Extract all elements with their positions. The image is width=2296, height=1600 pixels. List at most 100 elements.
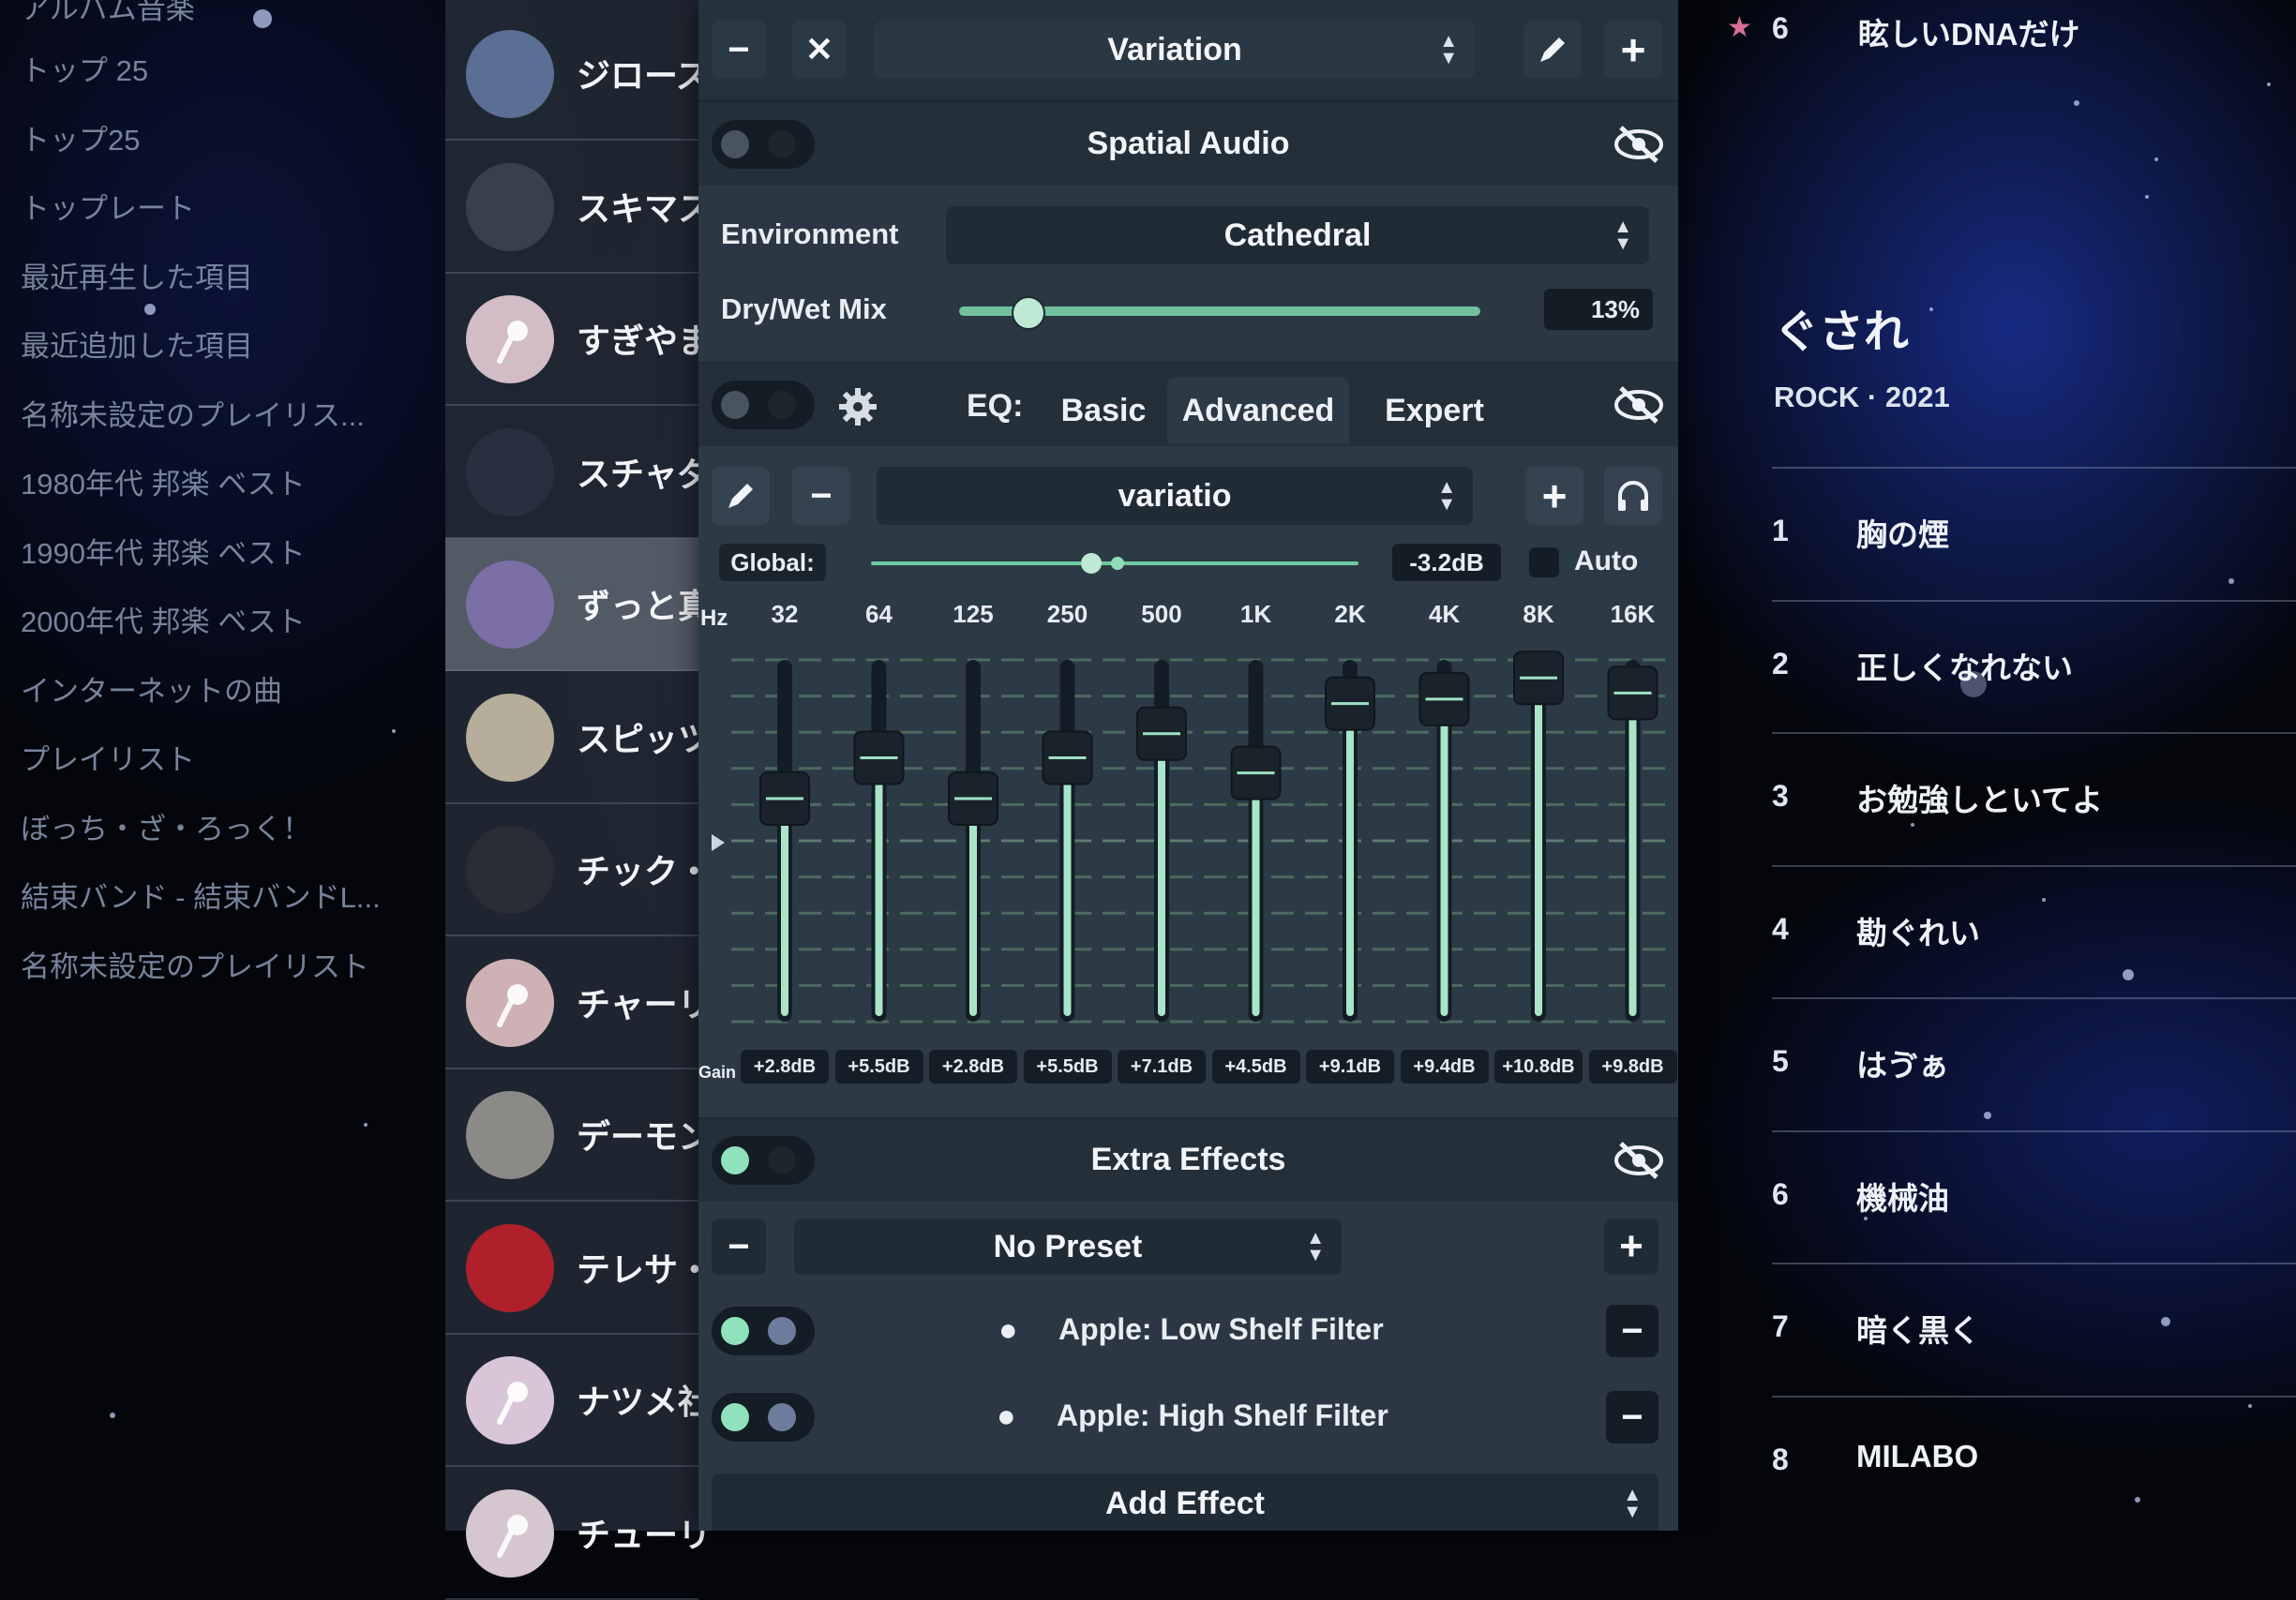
track-title[interactable]: 暗く黒く	[1856, 1306, 1980, 1351]
sidebar-item[interactable]: 1980年代 邦楽 ベスト	[21, 460, 306, 502]
low-shelf-toggle[interactable]	[712, 1307, 815, 1355]
headphones-button[interactable]	[1604, 467, 1662, 525]
mix-slider-knob[interactable]	[1012, 296, 1046, 330]
sidebar-item[interactable]: 名称未設定のプレイリス...	[21, 392, 365, 434]
eq-band-label: 16K	[1610, 600, 1656, 628]
sidebar-item[interactable]: トップ25	[21, 116, 140, 158]
hz-label: Hz	[700, 606, 728, 631]
eq-band-gain[interactable]: +5.5dB	[1023, 1050, 1112, 1084]
eq-band-gain[interactable]: +4.5dB	[1211, 1050, 1300, 1084]
remove-effect-preset-button[interactable]: −	[712, 1219, 766, 1275]
eq-band-gain[interactable]: +2.8dB	[741, 1050, 829, 1084]
extra-effects-body: − No Preset ▲ ▼ + ● Apple: Low Shelf Filt…	[698, 1202, 1678, 1531]
avatar	[466, 693, 554, 782]
sidebar-item[interactable]: 最近再生した項目	[21, 254, 253, 296]
track-title[interactable]: はゔぁ	[1856, 1040, 1949, 1085]
eq-band-fill	[781, 798, 788, 1016]
track-title[interactable]: お勉強しといてよ	[1856, 775, 2103, 820]
eq-band-gain[interactable]: +9.8dB	[1588, 1050, 1677, 1084]
artist-row[interactable]: ずっと真	[445, 538, 712, 671]
artist-row[interactable]: スピッツ	[445, 671, 712, 804]
global-slider-knob[interactable]	[1081, 553, 1102, 574]
eye-slash-icon[interactable]	[1613, 1140, 1664, 1181]
add-preset-button[interactable]: +	[1604, 21, 1662, 79]
eq-band-gain[interactable]: +5.5dB	[834, 1050, 923, 1084]
sidebar-item[interactable]: プレイリスト	[21, 736, 195, 778]
tab-advanced[interactable]: Advanced	[1167, 377, 1349, 444]
eq-band-gain[interactable]: +9.4dB	[1400, 1050, 1489, 1084]
eq-band-label: 250	[1046, 600, 1088, 628]
mix-label: Dry/Wet Mix	[721, 292, 887, 325]
sidebar-item[interactable]: トップレート	[21, 185, 195, 227]
track-divider	[1772, 599, 2296, 602]
sidebar-item[interactable]: 最近追加した項目	[21, 322, 253, 365]
artist-row[interactable]: すぎやま	[445, 273, 712, 406]
sidebar-item-partial[interactable]: アルバム音楽	[21, 0, 195, 27]
edit-preset-button[interactable]	[1523, 21, 1582, 79]
spatial-settings: Environment Cathedral ▲ ▼ Dry/Wet Mix 13%	[698, 186, 1678, 362]
updown-icon: ▲ ▼	[1306, 1228, 1325, 1265]
sidebar-item[interactable]: ぼっち・ざ・ろっく！	[21, 805, 311, 847]
artist-row[interactable]: ジローズ	[445, 7, 710, 141]
eq-band-label: 4K	[1428, 600, 1461, 628]
album-meta: ROCK · 2021	[1774, 381, 1950, 413]
sidebar-item[interactable]: 結束バンド - 結束バンドL...	[21, 874, 381, 916]
preset-select[interactable]: Variation ▲ ▼	[875, 21, 1475, 79]
artist-row[interactable]: チューリ	[445, 1467, 712, 1600]
track-title[interactable]: 勘ぐれい	[1856, 908, 1980, 953]
gear-icon[interactable]	[837, 386, 878, 427]
eq-band-gain[interactable]: +9.1dB	[1306, 1050, 1394, 1084]
track-title[interactable]: MILABO	[1856, 1439, 1978, 1474]
edit-eq-button[interactable]	[712, 467, 770, 525]
remove-effect-button[interactable]: −	[1606, 1391, 1658, 1443]
track-title[interactable]: 眩しいDNAだけ	[1858, 9, 2080, 54]
artist-name: スキマス	[577, 188, 713, 228]
sidebar-item[interactable]: インターネットの曲	[21, 667, 282, 710]
add-eq-preset-button[interactable]: +	[1525, 467, 1583, 525]
track-divider	[1772, 1395, 2296, 1398]
sidebar-item[interactable]: トップ 25	[21, 47, 148, 89]
eye-slash-icon[interactable]	[1613, 124, 1664, 165]
close-icon[interactable]: ✕	[792, 21, 847, 79]
extra-effects-title: Extra Effects	[1090, 1142, 1286, 1177]
artist-row[interactable]: テレサ・	[445, 1202, 712, 1335]
track-number: 3	[1772, 779, 1789, 813]
tab-basic[interactable]: Basic	[1045, 377, 1162, 444]
effect-preset-select[interactable]: No Preset ▲ ▼	[794, 1219, 1342, 1275]
artist-row[interactable]: チック・	[445, 803, 711, 936]
microphone-icon	[497, 983, 528, 1027]
eye-slash-icon[interactable]	[1613, 384, 1664, 426]
artist-row[interactable]: ナツメ社	[445, 1334, 712, 1467]
artist-row[interactable]: チャーリ	[445, 936, 712, 1069]
track-title[interactable]: 正しくなれない	[1856, 643, 2073, 688]
gain-label: Gain	[698, 1063, 737, 1082]
environment-select[interactable]: Cathedral ▲ ▼	[946, 206, 1649, 264]
global-value[interactable]: -3.2dB	[1392, 544, 1501, 581]
sidebar-item[interactable]: 2000年代 邦楽 ベスト	[21, 598, 306, 640]
add-effect-preset-button[interactable]: +	[1604, 1219, 1658, 1275]
eq-band-gain[interactable]: +2.8dB	[929, 1050, 1017, 1084]
eq-band-gain[interactable]: +7.1dB	[1118, 1050, 1206, 1084]
track-number: 2	[1772, 646, 1789, 680]
star-icon: ★	[1727, 12, 1752, 43]
sidebar-item[interactable]: 1990年代 邦楽 ベスト	[21, 530, 306, 572]
sidebar-item[interactable]: 名称未設定のプレイリスト	[21, 943, 369, 985]
eq-band-gain[interactable]: +10.8dB	[1494, 1050, 1583, 1084]
remove-eq-preset-button[interactable]: −	[792, 467, 850, 525]
auto-checkbox[interactable]	[1529, 547, 1559, 577]
tab-expert[interactable]: Expert	[1364, 377, 1505, 444]
artist-row[interactable]: スキマス	[445, 141, 712, 274]
high-shelf-toggle[interactable]	[712, 1393, 815, 1442]
eq-preset-select[interactable]: variatio ▲ ▼	[877, 467, 1473, 525]
eq-toggle[interactable]	[712, 381, 815, 429]
artist-row[interactable]: デーモン	[445, 1069, 712, 1202]
remove-preset-button[interactable]: −	[712, 21, 766, 79]
mix-value[interactable]: 13%	[1544, 289, 1653, 330]
add-effect-select[interactable]: Add Effect ▲ ▼	[712, 1473, 1658, 1531]
track-title[interactable]: 機械油	[1856, 1174, 1949, 1219]
track-title[interactable]: 胸の煙	[1856, 510, 1949, 555]
remove-effect-button[interactable]: −	[1606, 1305, 1658, 1357]
artist-name: スピッツ	[577, 719, 713, 758]
artist-row[interactable]: スチャダ	[445, 406, 712, 539]
environment-value: Cathedral	[1223, 217, 1372, 253]
